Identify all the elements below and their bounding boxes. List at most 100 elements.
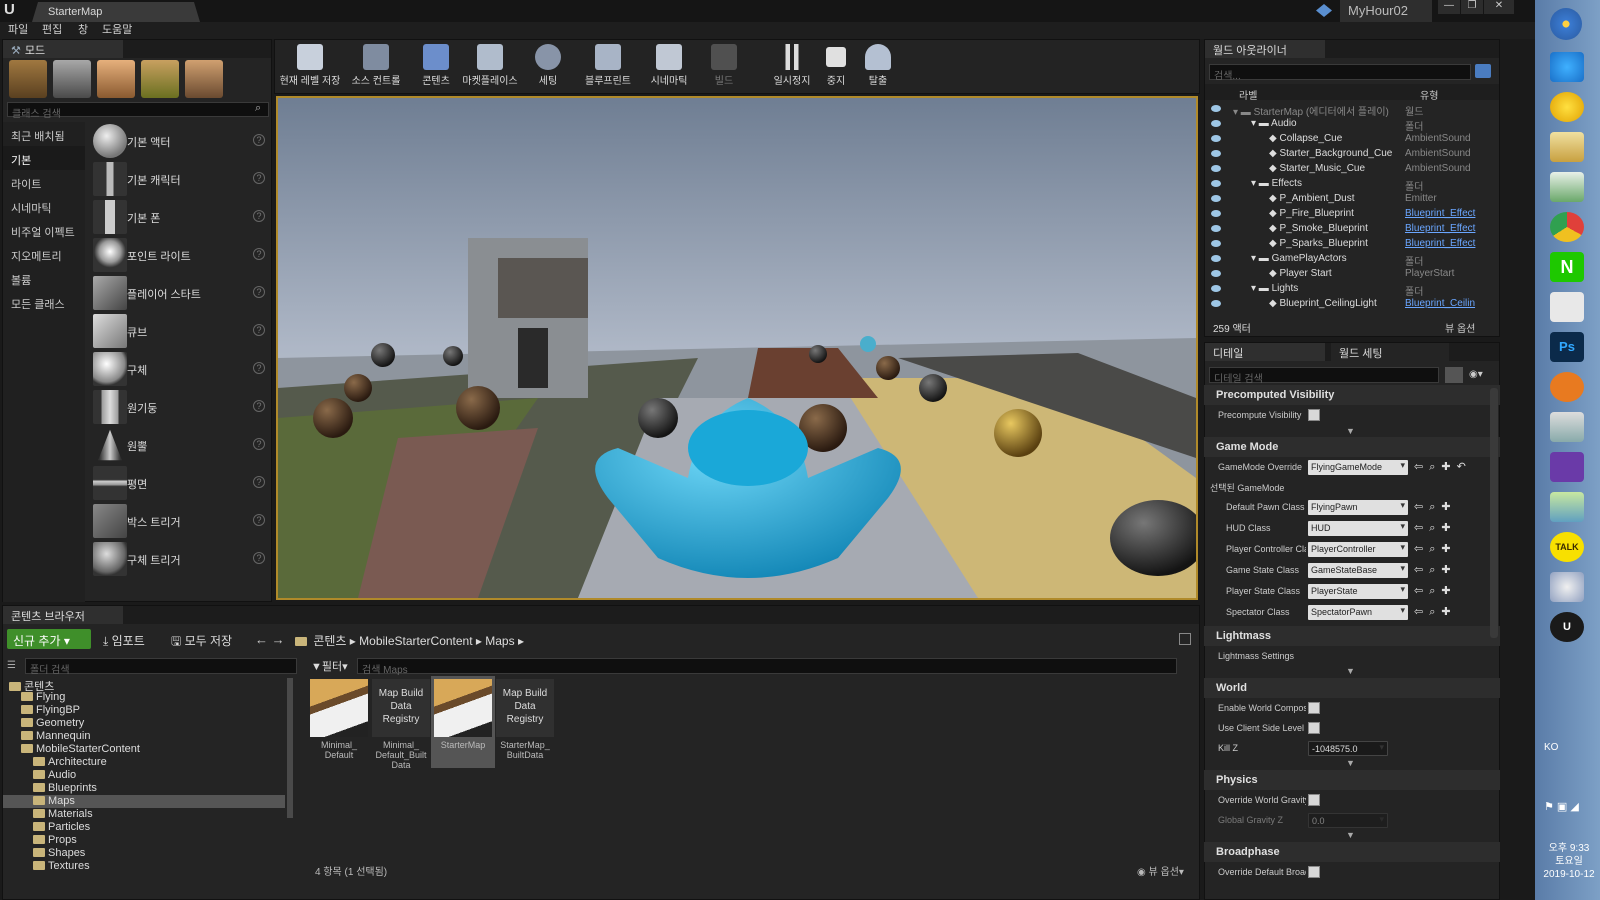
place-item[interactable]: 원기둥? bbox=[89, 388, 271, 426]
paint-mode-icon[interactable] bbox=[53, 60, 91, 98]
marketplace-button[interactable]: 마켓플레이스 bbox=[460, 40, 520, 90]
place-item[interactable]: 구체? bbox=[89, 350, 271, 388]
gamemode-override-select[interactable]: FlyingGameMode bbox=[1308, 460, 1408, 475]
place-item[interactable]: 기본 캐릭터? bbox=[89, 160, 271, 198]
visibility-eye-icon[interactable] bbox=[1211, 105, 1221, 112]
outliner-row[interactable]: ◆ P_Fire_Blueprint Blueprint_Effect bbox=[1205, 207, 1490, 222]
save-level-button[interactable]: 현재 레벨 저장 bbox=[278, 40, 342, 90]
folder-tree-item[interactable]: MobileStarterContent bbox=[3, 743, 285, 756]
category-recent[interactable]: 최근 배치됨 bbox=[3, 122, 85, 146]
outliner-row[interactable]: ▾ ▬ Audio 폴더 bbox=[1205, 117, 1490, 133]
folder-tree-item[interactable]: FlyingBP bbox=[3, 704, 285, 717]
add-new-button[interactable]: 신규 추가 ▾ bbox=[7, 629, 91, 649]
section-world[interactable]: World bbox=[1204, 678, 1500, 698]
outliner-row[interactable]: ◆ Blueprint_CeilingLight Blueprint_Ceilin bbox=[1205, 297, 1490, 312]
asset-tile[interactable]: Minimal_ Default bbox=[307, 676, 371, 768]
outliner-row[interactable]: ▾ ▬ GamePlayActors 폴더 bbox=[1205, 252, 1490, 268]
visibility-eye-icon[interactable] bbox=[1211, 120, 1221, 127]
class-select[interactable]: FlyingPawn bbox=[1308, 500, 1408, 515]
outliner-row[interactable]: ▾ ▬ Effects 폴더 bbox=[1205, 177, 1490, 193]
place-mode-icon[interactable] bbox=[9, 60, 47, 98]
asset-tile[interactable]: StarterMap bbox=[431, 676, 495, 768]
breadcrumb-item[interactable]: MobileStarterContent bbox=[359, 634, 472, 648]
outliner-row[interactable]: ◆ Collapse_Cue AmbientSound bbox=[1205, 132, 1490, 147]
landscape-mode-icon[interactable] bbox=[97, 60, 135, 98]
asset-buttons[interactable]: ⇦⌕✚ bbox=[1414, 521, 1457, 535]
section-lightmass[interactable]: Lightmass bbox=[1204, 626, 1500, 646]
kill-z-input[interactable]: -1048575.0 bbox=[1308, 741, 1388, 756]
folder-tree-item[interactable]: Textures bbox=[3, 860, 285, 873]
menu-window[interactable]: 창 bbox=[78, 22, 88, 39]
place-item[interactable]: 포인트 라이트? bbox=[89, 236, 271, 274]
clock[interactable]: 오후 9:33 토요일 2019-10-12 bbox=[1538, 842, 1600, 881]
place-item[interactable]: 큐브? bbox=[89, 312, 271, 350]
lock-icon[interactable] bbox=[1179, 633, 1191, 645]
tab-modes[interactable]: ⚒ 모드 bbox=[3, 40, 123, 58]
photoshop-icon[interactable]: Ps bbox=[1550, 332, 1584, 362]
override-gravity-checkbox[interactable] bbox=[1308, 794, 1320, 806]
outliner-row-type[interactable]: Blueprint_Effect bbox=[1405, 223, 1475, 234]
maximize-button[interactable]: ❐ bbox=[1461, 0, 1483, 14]
folder-search-input[interactable]: 폴더 검색 bbox=[25, 658, 297, 676]
unreal-taskbar-icon[interactable]: U bbox=[1550, 612, 1584, 642]
category-visual-effects[interactable]: 비주얼 이펙트 bbox=[3, 218, 85, 242]
place-item[interactable]: 박스 트리거? bbox=[89, 502, 271, 540]
outliner-search-input[interactable]: 검색... bbox=[1209, 64, 1471, 82]
category-basic[interactable]: 기본 bbox=[3, 146, 85, 170]
save-all-button[interactable]: 🖫 모두 저장 bbox=[171, 632, 232, 653]
place-item[interactable]: 플레이어 스타트? bbox=[89, 274, 271, 312]
asset-search-input[interactable]: 검색 Maps bbox=[357, 658, 1177, 676]
asset-buttons[interactable]: ⇦⌕✚ bbox=[1414, 542, 1457, 556]
visibility-eye-icon[interactable] bbox=[1211, 225, 1221, 232]
visibility-eye-icon[interactable] bbox=[1211, 270, 1221, 277]
tab-details[interactable]: 디테일 bbox=[1205, 343, 1325, 361]
expand-arrow-icon[interactable]: ▼ bbox=[1346, 758, 1355, 768]
naver-icon[interactable]: N bbox=[1550, 252, 1584, 282]
pause-button[interactable]: 일시정지 bbox=[770, 40, 814, 90]
menu-edit[interactable]: 편집 bbox=[42, 22, 62, 39]
visibility-eye-icon[interactable] bbox=[1211, 300, 1221, 307]
level-viewport[interactable] bbox=[276, 96, 1198, 600]
property-matrix-icon[interactable] bbox=[1445, 367, 1463, 383]
breadcrumb-item[interactable]: 콘텐츠 bbox=[313, 634, 346, 648]
outliner-row-type[interactable]: Blueprint_Effect bbox=[1405, 208, 1475, 219]
settings-button[interactable]: 세팅 bbox=[528, 40, 568, 90]
place-item[interactable]: 기본 액터? bbox=[89, 122, 271, 160]
import-button[interactable]: ⤓ 임포트 bbox=[103, 632, 145, 649]
visibility-eye-icon[interactable] bbox=[1211, 150, 1221, 157]
place-item[interactable]: 원뿔? bbox=[89, 426, 271, 464]
sources-toggle-icon[interactable]: ☰ bbox=[7, 660, 16, 671]
folder-tree-item[interactable]: Materials bbox=[3, 808, 285, 821]
content-button[interactable]: 콘텐츠 bbox=[416, 40, 456, 90]
ime-indicator[interactable]: KO bbox=[1544, 742, 1558, 753]
visibility-eye-icon[interactable] bbox=[1211, 180, 1221, 187]
asset-buttons[interactable]: ⇦⌕✚ bbox=[1414, 500, 1457, 514]
media-player-icon[interactable] bbox=[1550, 92, 1584, 122]
help-icon[interactable]: ? bbox=[253, 362, 265, 374]
outliner-row[interactable]: ◆ Player Start PlayerStart bbox=[1205, 267, 1490, 282]
place-item[interactable]: 평면? bbox=[89, 464, 271, 502]
section-game-mode[interactable]: Game Mode bbox=[1204, 437, 1500, 457]
visual-studio-icon[interactable] bbox=[1550, 452, 1584, 482]
class-select[interactable]: PlayerState bbox=[1308, 584, 1408, 599]
folder-tree-item[interactable]: 콘텐츠 bbox=[3, 678, 285, 693]
start-orb-icon[interactable] bbox=[1550, 8, 1582, 40]
help-icon[interactable]: ? bbox=[253, 552, 265, 564]
internet-explorer-icon[interactable] bbox=[1550, 52, 1584, 82]
outliner-row[interactable]: ◆ P_Ambient_Dust Emitter bbox=[1205, 192, 1490, 207]
category-cinematic[interactable]: 시네마틱 bbox=[3, 194, 85, 218]
source-control-icon[interactable] bbox=[1316, 4, 1332, 17]
unreal-logo-icon[interactable]: U bbox=[4, 1, 24, 21]
help-icon[interactable]: ? bbox=[253, 248, 265, 260]
tab-content-browser[interactable]: 콘텐츠 브라우저 bbox=[3, 606, 123, 624]
close-button[interactable]: ✕ bbox=[1484, 0, 1514, 14]
foliage-mode-icon[interactable] bbox=[141, 60, 179, 98]
category-all-classes[interactable]: 모든 클래스 bbox=[3, 290, 85, 314]
build-button[interactable]: 빌드 bbox=[704, 40, 744, 90]
tab-world-settings[interactable]: 월드 세팅 bbox=[1331, 343, 1449, 361]
menu-help[interactable]: 도움말 bbox=[102, 22, 132, 39]
folder-tree-item[interactable]: Mannequin bbox=[3, 730, 285, 743]
asset-buttons[interactable]: ⇦⌕✚ bbox=[1414, 605, 1457, 619]
outliner-row-type[interactable]: Blueprint_Ceilin bbox=[1405, 298, 1475, 309]
folder-tree-item[interactable]: Flying bbox=[3, 691, 285, 704]
